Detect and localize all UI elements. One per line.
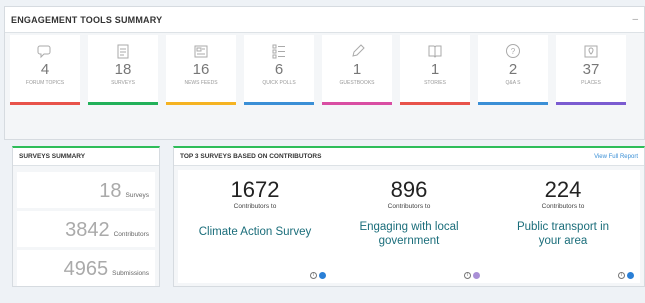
tile-accent-bar xyxy=(10,102,80,105)
summary-row-submissions: 4965 Submissions xyxy=(17,250,155,286)
contributor-count: 224 xyxy=(544,177,582,202)
tile-label: GUESTBOOKS xyxy=(339,80,375,86)
chat-icon xyxy=(37,45,51,59)
tile-stories[interactable]: 1 STORIES xyxy=(400,35,470,105)
tile-accent-bar xyxy=(322,102,392,105)
survey-name-link[interactable]: Engaging with local government xyxy=(354,220,464,248)
tile-count: 1 xyxy=(430,61,440,78)
tile-label: NEWS FEEDS xyxy=(184,80,218,86)
summary-label: Surveys xyxy=(125,192,149,199)
tile-count: 16 xyxy=(192,61,210,78)
tile-label: Q&A S xyxy=(505,80,521,86)
top3-title: TOP 3 SURVEYS BASED ON CONTRIBUTORS xyxy=(180,153,322,160)
survey-card: 896 Contributors to Engaging with local … xyxy=(332,170,486,283)
tile-qas[interactable]: ? 2 Q&A S xyxy=(478,35,548,105)
book-icon xyxy=(428,45,442,58)
tile-label: PLACES xyxy=(581,80,601,86)
tile-count: 6 xyxy=(274,61,284,78)
view-full-report-link[interactable]: View Full Report xyxy=(594,154,638,160)
contributors-to-label: Contributors to xyxy=(233,203,277,210)
tile-count: 18 xyxy=(114,61,132,78)
map-pin-icon xyxy=(584,45,598,58)
contributor-count: 1672 xyxy=(230,177,280,202)
tile-accent-bar xyxy=(400,102,470,105)
newspaper-icon xyxy=(194,45,208,58)
survey-name-link[interactable]: Climate Action Survey xyxy=(199,225,312,239)
summary-value: 18 xyxy=(99,180,122,202)
tile-forum-topics[interactable]: 4 FORUM TOPICS xyxy=(10,35,80,105)
tile-accent-bar xyxy=(478,102,548,105)
tile-label: FORUM TOPICS xyxy=(25,80,65,86)
tile-news-feeds[interactable]: 16 NEWS FEEDS xyxy=(166,35,236,105)
question-icon: ? xyxy=(506,44,520,58)
tile-guestbooks[interactable]: 1 GUESTBOOKS xyxy=(322,35,392,105)
tile-count: 37 xyxy=(582,61,600,78)
card-indicators: i xyxy=(618,272,634,279)
tile-surveys[interactable]: 18 SURVEYS xyxy=(88,35,158,105)
clipboard-icon xyxy=(117,44,129,59)
survey-card: 224 Contributors to Public transport in … xyxy=(486,170,640,283)
summary-label: Contributors xyxy=(113,231,149,238)
summary-value: 4965 xyxy=(63,258,109,280)
contributors-to-label: Contributors to xyxy=(387,203,431,210)
card-indicators: i xyxy=(464,272,480,279)
contributors-to-label: Contributors to xyxy=(541,203,585,210)
survey-name-link[interactable]: Public transport in your area xyxy=(513,220,613,248)
color-dot xyxy=(473,272,480,279)
list-icon xyxy=(272,44,285,59)
info-icon[interactable]: i xyxy=(618,272,625,279)
tile-quick-polls[interactable]: 6 QUICK POLLS xyxy=(244,35,314,105)
survey-card: 1672 Contributors to Climate Action Surv… xyxy=(178,170,332,283)
tile-accent-bar xyxy=(88,102,158,105)
card-indicators: i xyxy=(310,272,326,279)
summary-row-contributors: 3842 Contributors xyxy=(17,211,155,247)
tile-label: SURVEYS xyxy=(111,80,135,86)
tile-accent-bar xyxy=(556,102,626,105)
info-icon[interactable]: i xyxy=(310,272,317,279)
svg-text:?: ? xyxy=(511,47,516,56)
surveys-summary-panel: SURVEYS SUMMARY 18 Surveys 3842 Contribu… xyxy=(12,146,160,287)
panel-header: ENGAGEMENT TOOLS SUMMARY – xyxy=(5,7,644,33)
top3-surveys-panel: TOP 3 SURVEYS BASED ON CONTRIBUTORS View… xyxy=(173,146,645,287)
tile-label: QUICK POLLS xyxy=(262,80,296,86)
contributor-count: 896 xyxy=(390,177,428,202)
top3-header: TOP 3 SURVEYS BASED ON CONTRIBUTORS View… xyxy=(174,148,644,166)
tile-accent-bar xyxy=(244,102,314,105)
tile-accent-bar xyxy=(166,102,236,105)
tile-label: STORIES xyxy=(424,80,446,86)
info-icon[interactable]: i xyxy=(464,272,471,279)
top3-cards: 1672 Contributors to Climate Action Surv… xyxy=(178,170,640,283)
summary-label: Submissions xyxy=(112,270,149,277)
pencil-icon xyxy=(352,44,365,57)
surveys-summary-title: SURVEYS SUMMARY xyxy=(13,148,159,166)
tool-tiles: 4 FORUM TOPICS 18 SURVEYS 16 NEWS FEEDS … xyxy=(10,35,634,105)
tile-count: 2 xyxy=(508,61,518,78)
tile-places[interactable]: 37 PLACES xyxy=(556,35,626,105)
color-dot xyxy=(319,272,326,279)
tile-count: 4 xyxy=(40,61,50,78)
color-dot xyxy=(627,272,634,279)
collapse-button[interactable]: – xyxy=(632,14,638,25)
tile-count: 1 xyxy=(352,61,362,78)
summary-value: 3842 xyxy=(65,219,110,241)
summary-row-surveys: 18 Surveys xyxy=(17,172,155,208)
panel-title: ENGAGEMENT TOOLS SUMMARY xyxy=(11,14,163,25)
